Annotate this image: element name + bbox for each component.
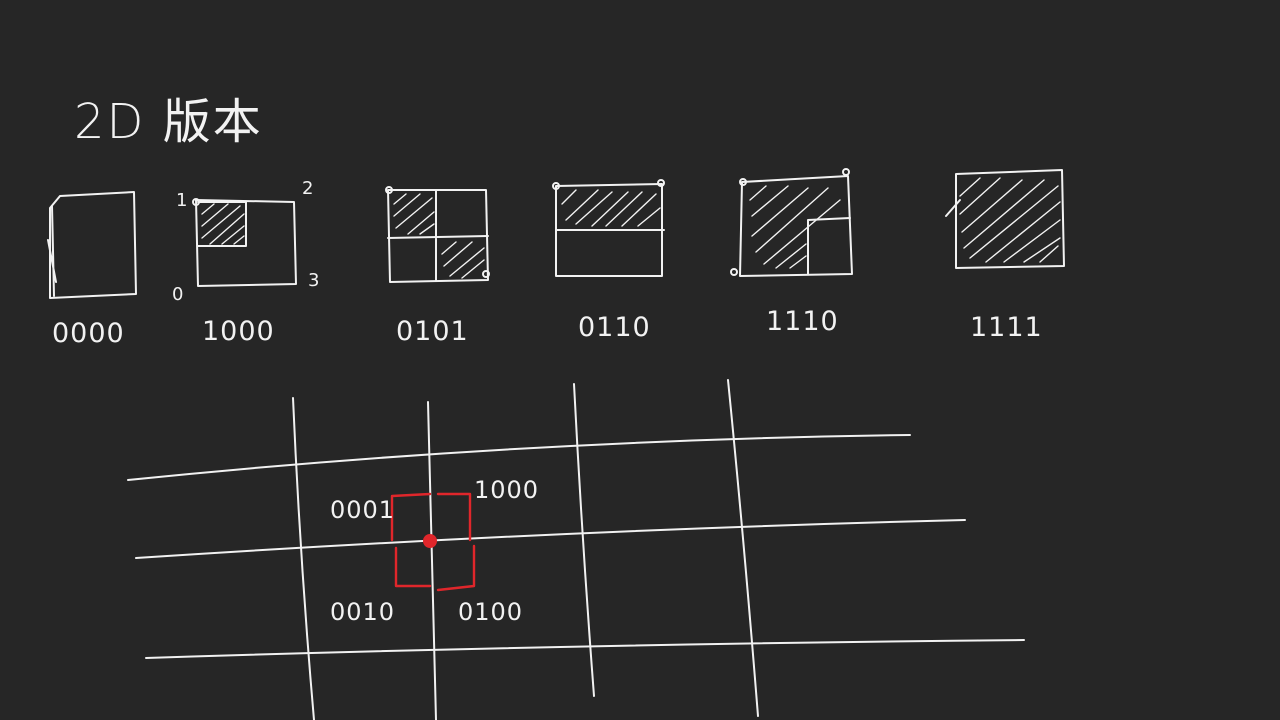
grid-line-horizontal	[135, 519, 966, 559]
grid-line-vertical	[292, 397, 315, 720]
grid-cell-label: 0010	[330, 598, 396, 626]
grid-line-vertical	[727, 379, 759, 717]
grid-line-vertical	[573, 383, 595, 697]
highlight-point	[423, 534, 437, 548]
grid-cell-label: 0001	[330, 496, 396, 524]
grid-cell-label: 0100	[458, 598, 524, 626]
grid-line-horizontal	[145, 639, 1025, 659]
grid-line-horizontal	[127, 434, 911, 481]
grid-cell-label: 1000	[474, 476, 540, 504]
grid-sketch	[127, 379, 1025, 720]
grid-line-vertical	[427, 401, 437, 720]
